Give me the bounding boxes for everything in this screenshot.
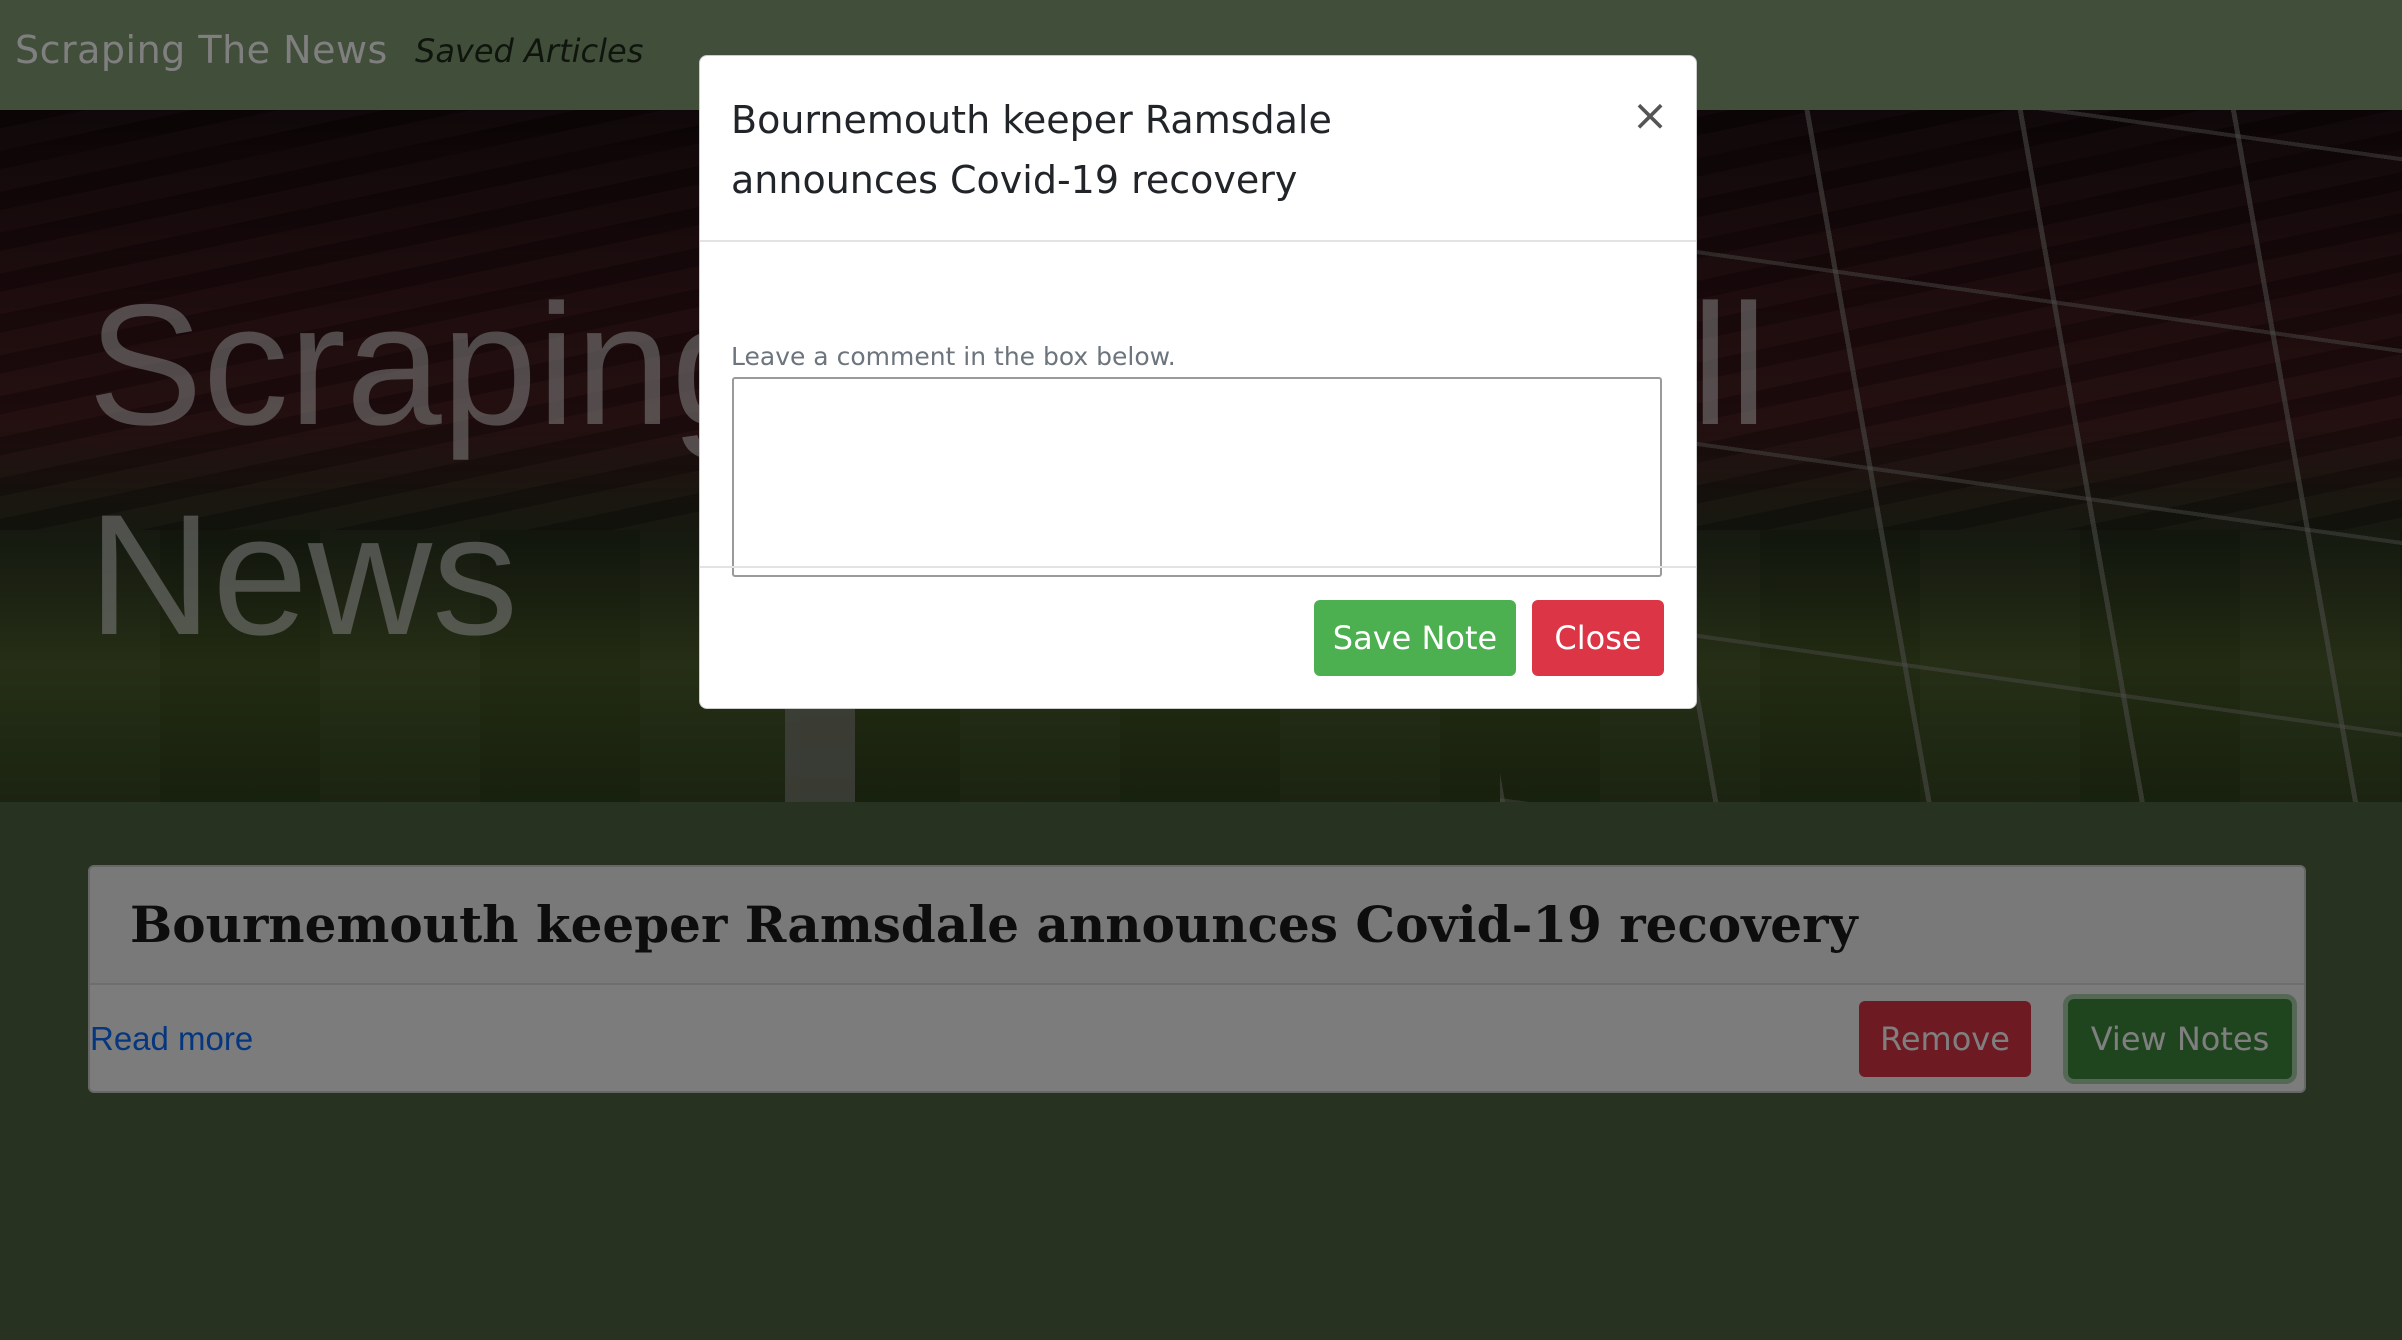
modal-footer: Save Note Close: [700, 566, 1696, 710]
note-textarea[interactable]: [732, 377, 1662, 577]
save-note-button[interactable]: Save Note: [1314, 600, 1516, 676]
comment-label: Leave a comment in the box below.: [731, 342, 1176, 371]
notes-modal: Bournemouth keeper Ramsdale announces Co…: [699, 55, 1697, 709]
close-icon[interactable]: ×: [1630, 94, 1670, 138]
modal-title: Bournemouth keeper Ramsdale announces Co…: [731, 98, 1332, 202]
close-button[interactable]: Close: [1532, 600, 1664, 676]
modal-header: Bournemouth keeper Ramsdale announces Co…: [700, 56, 1696, 242]
modal-body: Leave a comment in the box below.: [700, 242, 1696, 622]
